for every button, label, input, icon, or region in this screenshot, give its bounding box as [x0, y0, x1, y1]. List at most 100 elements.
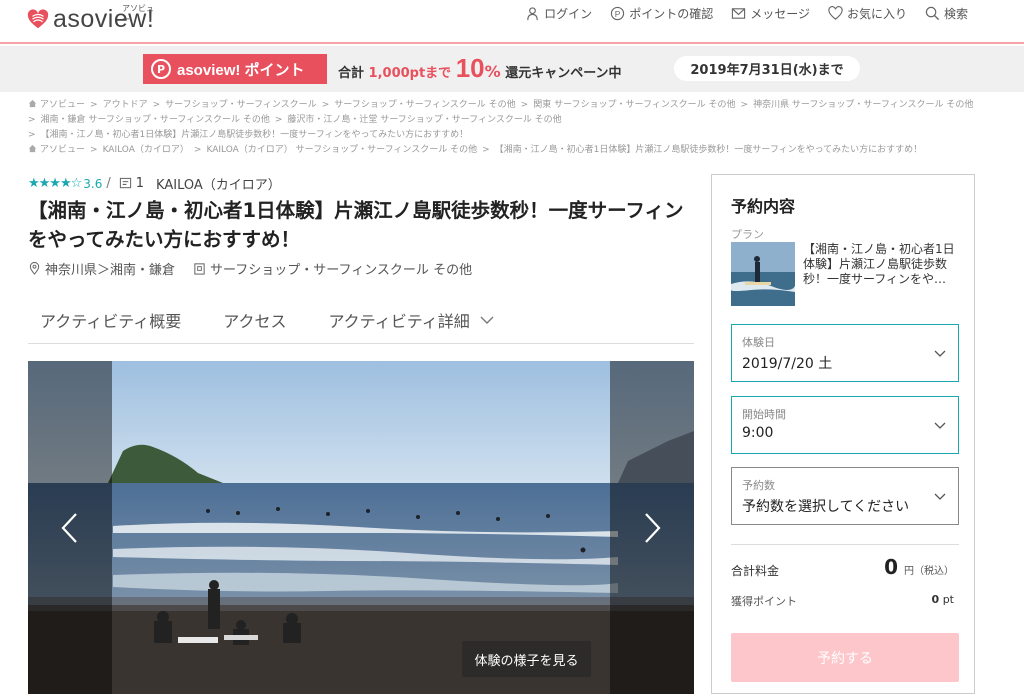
campaign-percent-unit: % [484, 62, 501, 81]
time-select-value: 9:00 [742, 425, 774, 441]
nav-messages[interactable]: メッセージ [731, 5, 810, 22]
location-pin-icon [29, 262, 40, 275]
activity-tabs: アクティビティ概要 アクセス アクティビティ詳細 [28, 296, 694, 344]
home-icon [28, 99, 37, 108]
nav-favorites[interactable]: お気に入り [828, 5, 907, 22]
campaign-percent: 10 [455, 53, 485, 83]
review-icon [119, 177, 131, 189]
photo-gallery[interactable]: 体験の様子を見る [28, 361, 694, 694]
surf-beach-photo [28, 361, 694, 694]
campaign-suffix: 還元キャンペーン中 [505, 66, 622, 81]
shop-name[interactable]: KAILOA（カイロア） [156, 174, 281, 193]
breadcrumb-link[interactable]: アソビュー [40, 100, 85, 110]
earned-points-value: 0 [931, 593, 940, 606]
plan-name[interactable]: 【湘南・江ノ島・初心者1日体験】片瀬江ノ島駅徒歩数秒！一度サーフィンをや… [803, 242, 963, 287]
earned-points-label: 獲得ポイント [731, 595, 797, 608]
nav-messages-label: メッセージ [750, 6, 810, 21]
nav-search[interactable]: 検索 [925, 5, 968, 22]
reservation-panel: 予約内容 プラン 【湘南・江ノ島・初心者1日体験】片瀬江ノ島駅徒歩数秒！一度サー… [711, 174, 975, 694]
breadcrumb-link[interactable]: サーフショップ・サーフィンスクール [165, 100, 317, 110]
breadcrumb-link[interactable]: アウトドア [103, 100, 148, 110]
activity-meta: 神奈川県＞湘南・鎌倉 サーフショップ・サーフィンスクール その他 [28, 259, 472, 278]
breadcrumb-link[interactable]: アソビュー [40, 145, 85, 155]
date-select-label: 体験日 [742, 336, 775, 349]
plan-thumbnail-image [731, 242, 795, 306]
total-price-value: 0 [884, 555, 898, 579]
quantity-select[interactable]: 予約数 予約数を選択してください [731, 467, 959, 525]
breadcrumb-current: 【湘南・江ノ島・初心者1日体験】片瀬江ノ島駅徒歩数秒！一度サーフィンをやってみた… [40, 130, 469, 140]
tab-details[interactable]: アクティビティ詳細 [328, 308, 494, 332]
nav-login[interactable]: ログイン [525, 5, 592, 22]
chevron-down-icon [480, 316, 494, 324]
page-title: 【湘南・江ノ島・初心者1日体験】片瀬江ノ島駅徒歩数秒！一度サーフィンをやってみた… [28, 199, 684, 251]
breadcrumb-link[interactable]: 湘南・鎌倉 サーフショップ・サーフィンスクール その他 [41, 115, 270, 125]
panel-divider [731, 544, 959, 545]
user-icon [527, 6, 538, 20]
date-select[interactable]: 体験日 2019/7/20 土 [731, 324, 959, 382]
time-select-label: 開始時間 [742, 408, 786, 421]
location-link[interactable]: 神奈川県＞湘南・鎌倉 [45, 259, 175, 278]
tab-overview[interactable]: アクティビティ概要 [40, 308, 181, 332]
breadcrumb-current: 【湘南・江ノ島・初心者1日体験】片瀬江ノ島駅徒歩数秒！一度サーフィンをやってみた… [494, 145, 923, 155]
nav-search-label: 検索 [943, 6, 968, 21]
view-photos-button[interactable]: 体験の様子を見る [462, 641, 591, 677]
rating-separator: / [106, 176, 111, 191]
site-header: asoview! アソビュー ログイン P ポイントの確認 メッセージ お気に入… [0, 0, 1024, 44]
breadcrumb-link[interactable]: 関東 サーフショップ・サーフィンスクール その他 [533, 100, 735, 110]
asoview-logo[interactable]: asoview! アソビュー [27, 4, 154, 34]
nav-login-label: ログイン [544, 6, 593, 21]
campaign-banner[interactable]: P asoview! ポイント 合計 1,000ptまで 10 % 還元キャンペ… [0, 46, 1024, 92]
nav-favorites-label: お気に入り [846, 6, 907, 21]
tab-access[interactable]: アクセス [223, 308, 286, 332]
quantity-select-value: 予約数を選択してください [742, 499, 910, 515]
breadcrumb-link[interactable]: KAILOA（カイロア） [103, 145, 189, 155]
chevron-down-icon [934, 350, 946, 357]
breadcrumb-link[interactable]: KAILOA（カイロア） サーフショップ・サーフィンスクール その他 [206, 145, 477, 155]
nav-points-label: ポイントの確認 [629, 6, 714, 21]
date-select-value: 2019/7/20 土 [742, 356, 833, 372]
earned-points: 0 pt [932, 593, 954, 606]
header-nav: ログイン P ポイントの確認 メッセージ お気に入り 検索 [525, 0, 968, 26]
svg-text:P: P [615, 8, 621, 18]
rating-score: 3.6 [83, 176, 103, 191]
category-link[interactable]: サーフショップ・サーフィンスクール その他 [210, 259, 472, 278]
point-circle-icon: P [151, 59, 171, 79]
rating-row: ★★★★☆ 3.6 / 1 KAILOA（カイロア） [28, 174, 281, 193]
campaign-amount: 1,000ptまで [368, 66, 452, 81]
tab-details-label: アクティビティ詳細 [328, 311, 470, 331]
plan-thumbnail [731, 242, 795, 306]
plan-label: プラン [731, 228, 764, 241]
breadcrumb-line-4: アソビュー > KAILOA（カイロア） > KAILOA（カイロア） サーフショップ・… [28, 143, 988, 158]
review-count[interactable]: 1 [136, 176, 144, 191]
heart-icon [828, 5, 843, 20]
logo-subtext: アソビュー [122, 4, 154, 24]
breadcrumb-link[interactable]: 神奈川県 サーフショップ・サーフィンスクール その他 [753, 100, 973, 110]
nav-points[interactable]: P ポイントの確認 [610, 5, 713, 22]
campaign-text: 合計 1,000ptまで 10 % 還元キャンペーン中 [338, 54, 622, 84]
total-price-unit: 円（税込） [904, 566, 954, 577]
total-price: 0 円（税込） [884, 555, 954, 579]
shop-icon [194, 263, 205, 275]
chevron-left-icon[interactable] [58, 511, 82, 545]
breadcrumb-line-3: > 【湘南・江ノ島・初心者1日体験】片瀬江ノ島駅徒歩数秒！一度サーフィンをやってみ… [28, 130, 469, 140]
quantity-select-label: 予約数 [742, 479, 775, 492]
point-badge: P asoview! ポイント [143, 54, 327, 84]
mail-icon [732, 7, 746, 19]
tab-access-label: アクセス [223, 311, 287, 331]
campaign-date: 2019年7月31日(水)まで [674, 56, 860, 81]
breadcrumb-link[interactable]: サーフショップ・サーフィンスクール その他 [334, 100, 515, 110]
star-rating: ★★★★☆ [28, 176, 82, 191]
home-icon [28, 144, 37, 153]
breadcrumb-line-2: > 湘南・鎌倉 サーフショップ・サーフィンスクール その他 > 藤沢市・江ノ島・辻堂 … [28, 115, 562, 125]
tab-overview-label: アクティビティ概要 [40, 311, 182, 331]
reserve-button[interactable]: 予約する [731, 633, 959, 682]
chevron-right-icon[interactable] [640, 511, 664, 545]
breadcrumb-link[interactable]: 藤沢市・江ノ島・辻堂 サーフショップ・サーフィンスクール その他 [287, 115, 561, 125]
chevron-down-icon [934, 422, 946, 429]
chevron-down-icon [934, 493, 946, 500]
campaign-prefix: 合計 [338, 66, 365, 81]
reservation-title: 予約内容 [731, 197, 796, 216]
time-select[interactable]: 開始時間 9:00 [731, 396, 959, 454]
point-badge-label: asoview! ポイント [177, 61, 305, 79]
breadcrumb: アソビュー > アウトドア > サーフショップ・サーフィンスクール > サーフショップ・サー… [28, 98, 988, 158]
